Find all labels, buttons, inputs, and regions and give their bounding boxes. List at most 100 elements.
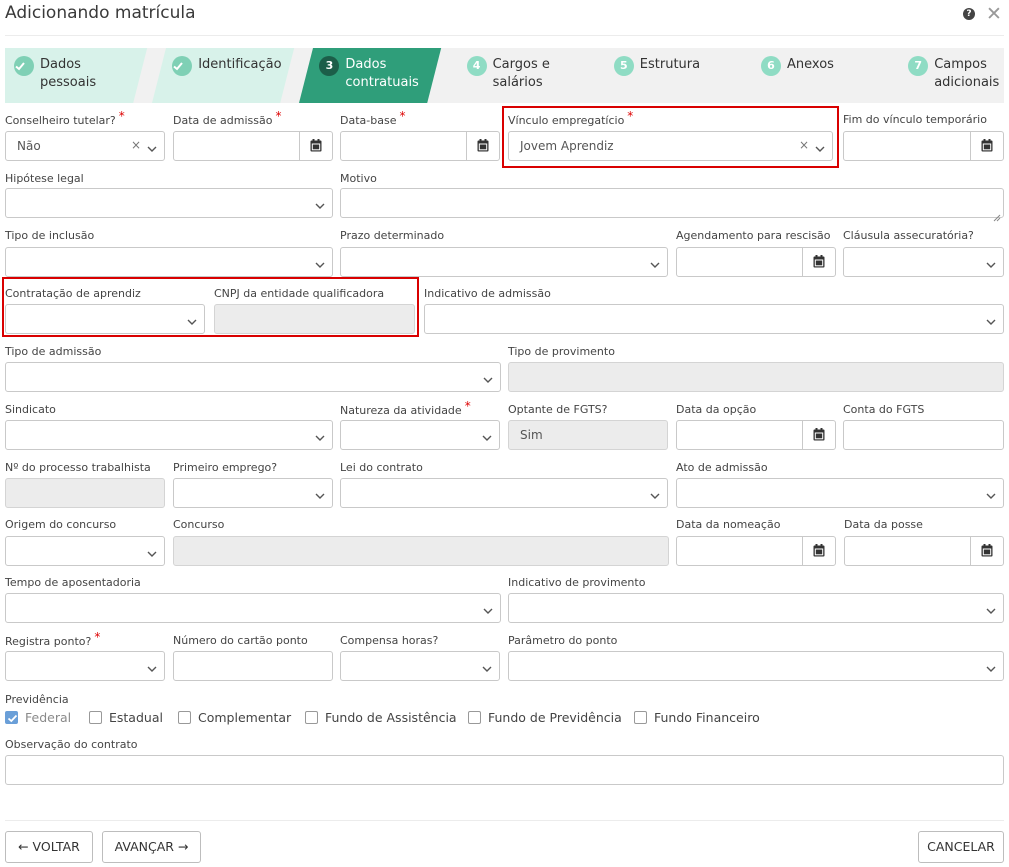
lei-contrato-select[interactable] — [340, 478, 668, 508]
chevron-down-icon[interactable] — [481, 660, 493, 672]
label-text: Data da nomeação — [676, 518, 781, 531]
wizard-step-4[interactable]: 4 Cargos e salários — [446, 48, 610, 103]
data-posse-date-input[interactable] — [844, 536, 1004, 566]
tipo-provimento-input — [508, 362, 1004, 392]
previdencia-option-2[interactable]: Estadual — [89, 710, 163, 726]
calendar-icon[interactable] — [970, 537, 1003, 565]
conta-fgts-label: Conta do FGTS — [843, 403, 924, 416]
observacao-input[interactable] — [5, 755, 1004, 785]
tipo-admissao-select[interactable] — [5, 362, 501, 392]
cancel-button[interactable]: CANCELAR — [918, 831, 1004, 863]
checkbox-icon[interactable] — [305, 711, 318, 724]
sindicato-label: Sindicato — [5, 403, 56, 416]
label-text: Compensa horas? — [340, 634, 439, 647]
registra-ponto-select[interactable] — [5, 651, 165, 681]
prazo-select[interactable] — [340, 247, 668, 277]
checkbox-label: Federal — [25, 710, 72, 725]
step-number: 4 — [466, 56, 487, 76]
step-number: 6 — [761, 56, 781, 76]
label-text: Data da opção — [676, 403, 757, 416]
chevron-down-icon[interactable] — [649, 256, 661, 268]
label-text: Indicativo de provimento — [508, 576, 646, 589]
chevron-down-icon[interactable] — [314, 429, 326, 441]
resize-handle-icon[interactable] — [993, 207, 1001, 222]
optante-fgts-label: Optante de FGTS? — [508, 403, 608, 416]
chevron-down-icon[interactable] — [146, 545, 158, 557]
wizard-step-6[interactable]: 6 Anexos — [741, 48, 904, 103]
compensa-horas-select[interactable] — [340, 651, 500, 681]
processo-input — [5, 478, 165, 508]
chevron-down-icon[interactable] — [146, 140, 158, 152]
data-base-date-input[interactable] — [340, 131, 500, 161]
natureza-select[interactable] — [340, 420, 500, 450]
hipotese-select[interactable] — [5, 188, 333, 218]
agendamento-label: Agendamento para rescisão — [676, 229, 831, 242]
wizard-step-5[interactable]: 5 Estrutura — [593, 48, 757, 103]
chevron-down-icon[interactable] — [985, 256, 997, 268]
close-icon[interactable]: ✕ — [986, 3, 1002, 25]
chevron-down-icon[interactable] — [985, 660, 997, 672]
tipo-inclusao-select[interactable] — [5, 247, 333, 277]
agendamento-date-input[interactable] — [676, 247, 836, 277]
calendar-icon[interactable] — [466, 132, 499, 160]
chevron-down-icon[interactable] — [146, 660, 158, 672]
sindicato-select[interactable] — [5, 420, 333, 450]
previdencia-option-6[interactable]: Fundo Financeiro — [634, 710, 760, 726]
chevron-down-icon[interactable] — [314, 487, 326, 499]
previdencia-option-4[interactable]: Fundo de Assistência — [305, 710, 457, 726]
indicativo-provimento-select[interactable] — [508, 593, 1004, 623]
checkbox-icon[interactable] — [634, 711, 647, 724]
primeiro-emprego-select[interactable] — [173, 478, 333, 508]
help-icon[interactable]: ? — [963, 8, 975, 20]
label-text: Optante de FGTS? — [508, 403, 608, 416]
chevron-down-icon[interactable] — [314, 197, 326, 209]
parametro-ponto-select[interactable] — [508, 651, 1004, 681]
data-admissao-date-input[interactable] — [173, 131, 333, 161]
footer-divider — [5, 820, 1004, 821]
highlight-aprendiz — [2, 277, 419, 337]
motivo-textarea[interactable] — [340, 188, 1004, 222]
clear-icon[interactable]: × — [131, 138, 141, 152]
numero-cartao-input[interactable] — [173, 651, 333, 681]
chevron-down-icon[interactable] — [649, 487, 661, 499]
calendar-icon[interactable] — [802, 248, 835, 276]
checkbox-checked-icon[interactable] — [5, 711, 18, 724]
chevron-down-icon[interactable] — [985, 487, 997, 499]
origem-concurso-select[interactable] — [5, 536, 165, 566]
label-text: Sindicato — [5, 403, 56, 416]
previdencia-option-5[interactable]: Fundo de Previdência — [468, 710, 622, 726]
data-opcao-date-input[interactable] — [676, 420, 836, 450]
calendar-icon[interactable] — [802, 421, 835, 449]
back-button[interactable]: ← VOLTAR — [5, 831, 93, 863]
ato-admissao-select[interactable] — [676, 478, 1004, 508]
wizard-step-7[interactable]: 7 Campos adicionais — [888, 48, 1004, 103]
previdencia-option-1[interactable]: Federal — [5, 710, 71, 726]
label-text: Cláusula assecuratória? — [843, 229, 974, 242]
wizard-step-1[interactable]: Dados pessoais — [5, 48, 168, 103]
conselheiro-select[interactable]: Não × — [5, 131, 165, 161]
conta-fgts-input[interactable] — [843, 420, 1004, 450]
data-nomeacao-date-input[interactable] — [676, 536, 836, 566]
clausula-select[interactable] — [843, 247, 1004, 277]
tempo-aposentadoria-select[interactable] — [5, 593, 501, 623]
chevron-down-icon[interactable] — [314, 256, 326, 268]
previdencia-option-3[interactable]: Complementar — [178, 710, 291, 726]
wizard-step-2[interactable]: Identificação — [152, 48, 315, 103]
next-button[interactable]: AVANÇAR → — [102, 831, 201, 863]
calendar-icon[interactable] — [970, 132, 1003, 160]
chevron-down-icon[interactable] — [481, 429, 493, 441]
chevron-down-icon[interactable] — [482, 602, 494, 614]
chevron-down-icon[interactable] — [482, 371, 494, 383]
checkbox-icon[interactable] — [89, 711, 102, 724]
calendar-icon[interactable] — [802, 537, 835, 565]
calendar-icon[interactable] — [299, 132, 332, 160]
wizard-step-3[interactable]: 3 Dados contratuais — [299, 48, 462, 103]
data-admissao-label: Data de admissão * — [173, 109, 281, 127]
fim-vinculo-label: Fim do vínculo temporário — [843, 113, 987, 126]
chevron-down-icon[interactable] — [985, 313, 997, 325]
fim-vinculo-date-input[interactable] — [843, 131, 1004, 161]
indicativo-admissao-select[interactable] — [424, 304, 1004, 334]
chevron-down-icon[interactable] — [985, 602, 997, 614]
checkbox-icon[interactable] — [178, 711, 191, 724]
checkbox-icon[interactable] — [468, 711, 481, 724]
